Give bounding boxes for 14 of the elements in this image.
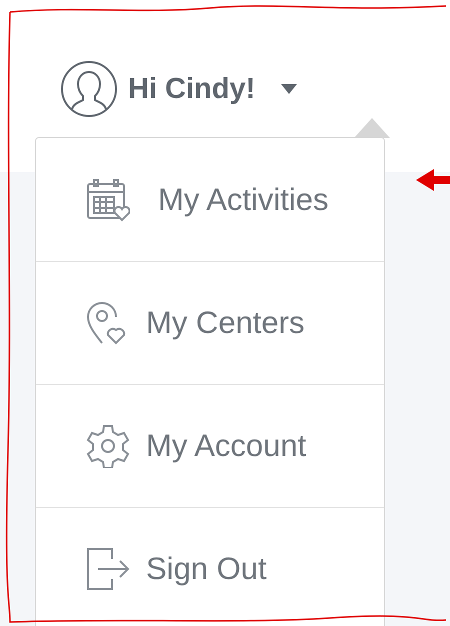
calendar-heart-icon [86,178,130,222]
menu-item-label: My Centers [146,305,304,341]
menu-item[interactable]: My Account [36,384,384,507]
avatar-icon [60,60,118,118]
menu-item[interactable]: Sign Out [36,507,384,626]
menu-item[interactable]: My Activities [36,138,384,261]
sign-out-icon [86,547,130,591]
menu-item[interactable]: My Centers [36,261,384,384]
menu-item-label: My Activities [158,182,329,218]
user-menu-toggle[interactable]: Hi Cindy! [60,60,450,118]
menu-item-label: My Account [146,428,306,464]
menu-item-label: Sign Out [146,551,267,587]
settings-icon [86,424,130,468]
annotation-arrow [416,167,450,193]
